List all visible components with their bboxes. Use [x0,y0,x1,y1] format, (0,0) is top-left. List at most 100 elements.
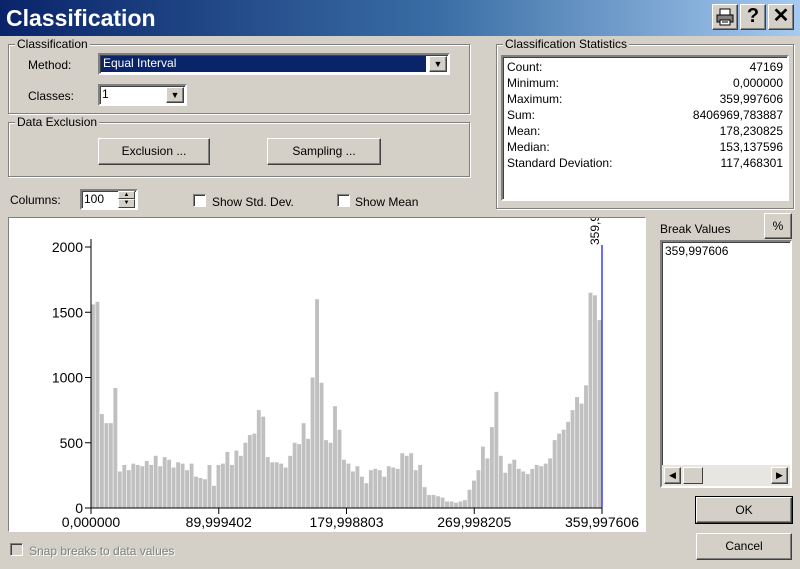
histogram-bar [297,444,302,508]
statistics-value: 178,230825 [719,124,783,138]
chevron-down-icon[interactable]: ▼ [429,56,447,72]
spin-down-icon[interactable]: ▼ [118,199,135,208]
y-tick-label: 1500 [52,304,83,320]
histogram-bar [534,464,539,508]
close-button[interactable]: ✕ [768,4,794,30]
histogram-bar [185,470,190,508]
statistics-row: Median: 153,137596 [507,139,783,155]
histogram-bar [377,470,382,508]
histogram-bar [440,497,445,508]
help-button[interactable]: ? [740,4,766,30]
histogram-bar [176,462,181,508]
histogram-bar [579,403,584,508]
histogram-bar [319,382,324,508]
show-mean-checkbox[interactable] [337,194,350,207]
histogram-bar [364,483,369,508]
statistics-value: 359,997606 [719,92,783,106]
columns-spinner[interactable]: 100 ▲ ▼ [80,189,138,210]
histogram-bar [149,464,154,508]
histogram-bar [153,455,158,508]
histogram-bar [301,423,306,508]
histogram-bar [104,423,109,508]
histogram-bar [489,427,494,508]
title-bar[interactable]: Classification ? ✕ [0,0,800,36]
scroll-left-icon[interactable]: ◀ [664,467,681,484]
histogram-bar [216,464,221,508]
histogram-bar [292,442,297,508]
histogram-bar [167,459,172,508]
method-dropdown[interactable]: Equal Interval ▼ [98,53,450,75]
histogram-bar [324,440,328,508]
histogram-bar [225,451,230,508]
window-title: Classification [6,5,156,31]
histogram-bar [194,476,198,508]
x-tick-label: 359,997606 [565,514,639,530]
histogram-bar [418,464,423,508]
break-value-item[interactable]: 359,997606 [665,244,728,258]
statistics-row: Minimum: 0,000000 [507,75,783,91]
histogram-chart[interactable]: 05001000150020000,000000 89,999402 179,998… [9,218,645,531]
sampling-button[interactable]: Sampling ... [267,138,381,165]
histogram-bar [198,477,203,508]
histogram-bar [395,468,400,508]
histogram-bar [458,501,463,508]
break-values-list[interactable]: 359,997606 ◀ ▶ [660,240,792,488]
method-value: Equal Interval [101,56,426,72]
percent-button[interactable]: % [764,213,792,239]
statistics-row: Sum: 8406969,783887 [507,107,783,123]
histogram-bar [252,433,257,508]
histogram-bar [95,301,100,508]
histogram-bar [108,423,113,508]
histogram-bar [346,463,351,508]
histogram-bar [91,304,95,508]
histogram-bar [158,466,163,508]
histogram-bar [113,387,118,508]
spin-up-icon[interactable]: ▲ [118,191,135,199]
histogram-bar [350,471,355,508]
histogram-bar [171,467,176,508]
break-line-label: 359,997606 [588,218,602,245]
histogram-bar [480,446,485,508]
histogram-bar [373,468,378,508]
histogram-bar [306,438,311,508]
x-tick-label: 179,998803 [310,514,384,530]
show-std-dev-checkbox[interactable] [193,194,206,207]
histogram-bar [189,463,194,508]
histogram-bar [333,406,337,508]
histogram-bar [436,496,441,508]
scroll-right-icon[interactable]: ▶ [771,467,788,484]
method-label: Method: [28,58,72,72]
histogram-bar [203,479,207,508]
histogram-bar [494,391,499,508]
snap-breaks-checkbox[interactable] [10,543,23,556]
classes-dropdown[interactable]: 1 ▼ [98,84,187,106]
histogram-bar [472,480,476,508]
histogram-bar [454,502,458,508]
statistics-row: Count: 47169 [507,59,783,75]
scroll-thumb[interactable] [683,467,703,484]
exclusion-button[interactable]: Exclusion ... [98,138,210,165]
histogram-bar [561,429,566,508]
statistics-group-label: Classification Statistics [503,37,630,51]
horizontal-scrollbar[interactable]: ◀ ▶ [662,465,790,486]
histogram-bar [498,455,503,508]
histogram-bar [288,455,293,508]
histogram-panel[interactable]: 0 500 1000 1500 2000 0,000000 89,999402 179,998… [8,217,646,532]
chevron-down-icon[interactable]: ▼ [166,87,184,103]
histogram-bar [400,453,405,508]
statistics-row: Mean: 178,230825 [507,123,783,139]
histogram-bar [131,463,136,508]
histogram-bar [516,468,521,508]
print-button[interactable] [712,4,738,30]
y-tick-label: 2000 [52,239,83,255]
columns-label: Columns: [10,193,61,207]
histogram-bar [503,472,508,508]
y-tick-label: 1000 [52,370,83,386]
cancel-button[interactable]: Cancel [696,533,792,560]
histogram-bar [552,440,557,508]
ok-button[interactable]: OK [695,496,793,524]
statistics-key: Mean: [507,124,541,138]
histogram-bar [355,466,360,508]
histogram-bar [530,468,535,508]
histogram-bar [566,421,571,508]
